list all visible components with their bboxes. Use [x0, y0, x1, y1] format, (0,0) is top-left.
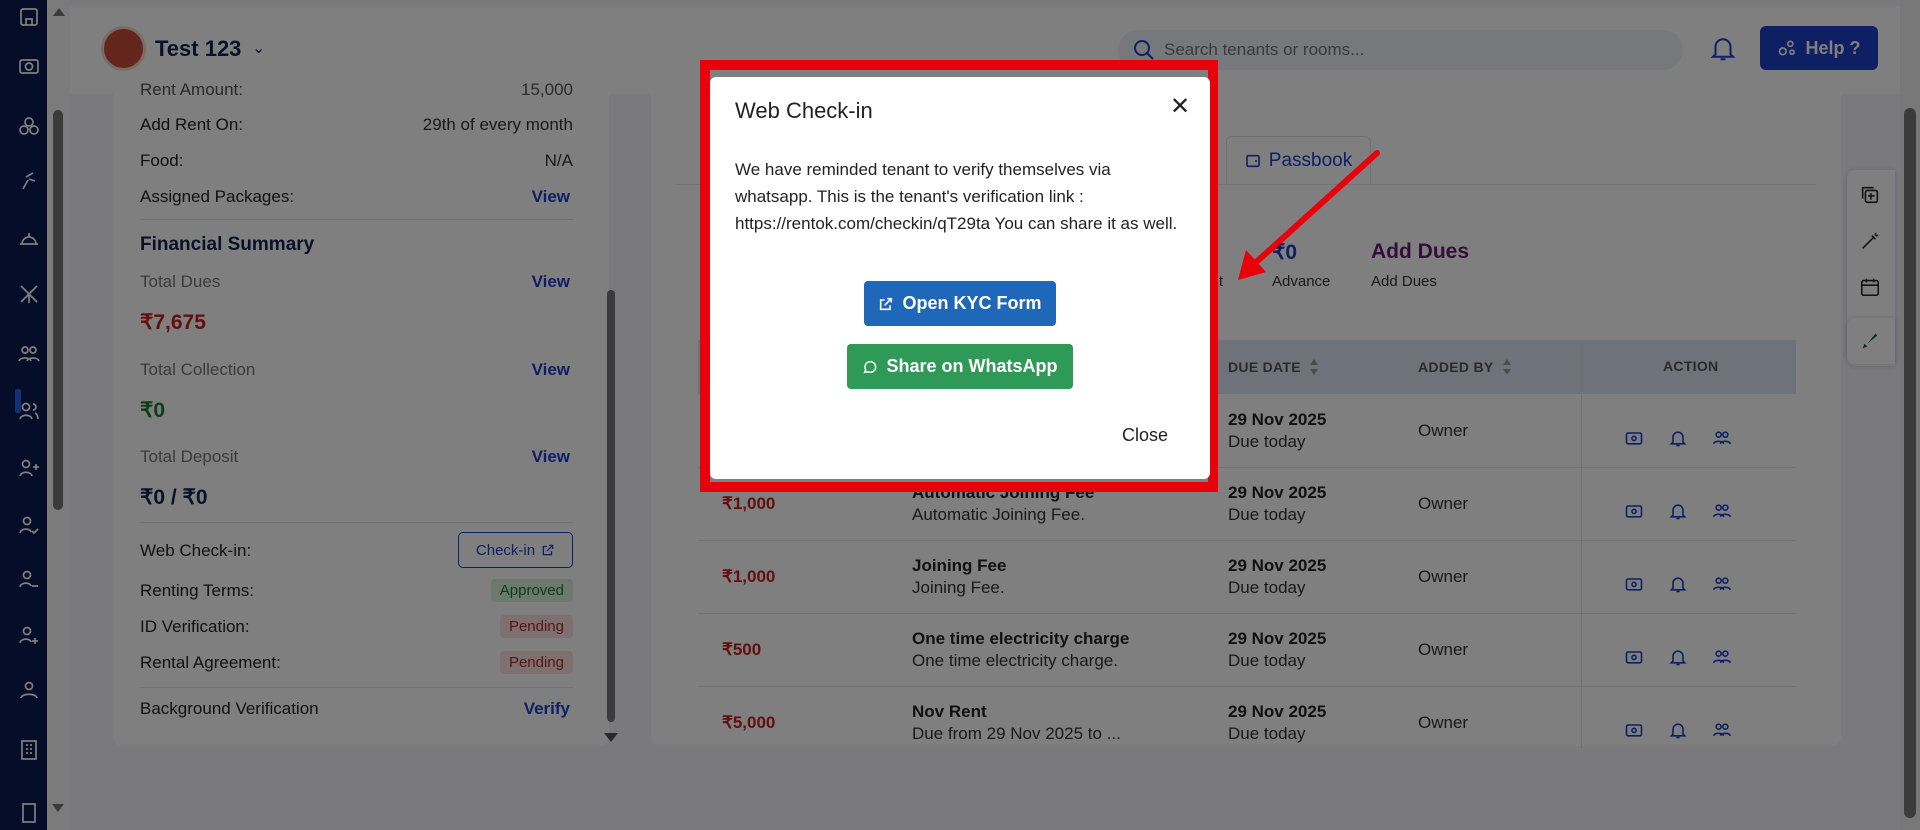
open-kyc-form-label: Open KYC Form	[902, 293, 1042, 313]
open-kyc-form-button[interactable]: Open KYC Form	[864, 281, 1056, 326]
close-button[interactable]: Close	[1122, 425, 1168, 446]
modal-body-text: We have reminded tenant to verify themse…	[735, 160, 1178, 233]
share-whatsapp-button[interactable]: Share on WhatsApp	[847, 344, 1073, 389]
web-checkin-modal	[710, 77, 1210, 479]
share-whatsapp-label: Share on WhatsApp	[886, 356, 1058, 376]
external-link-icon	[880, 297, 893, 310]
whatsapp-icon	[863, 360, 877, 373]
modal-title: Web Check-in	[735, 98, 873, 123]
close-icon[interactable]: ✕	[1170, 92, 1190, 121]
